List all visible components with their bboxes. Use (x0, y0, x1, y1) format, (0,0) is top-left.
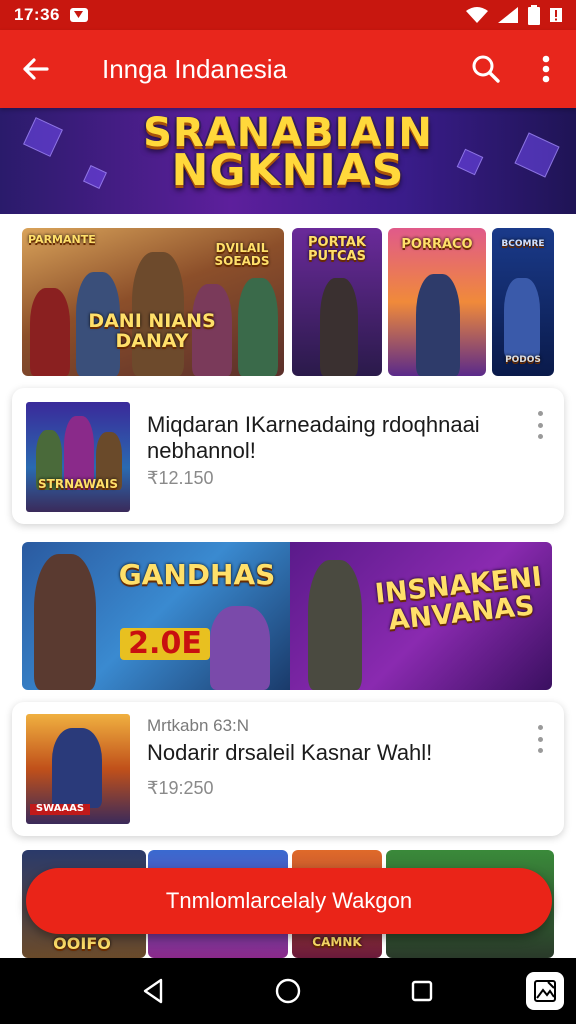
search-button[interactable] (456, 30, 516, 108)
character-figure (210, 606, 270, 690)
signal-icon (498, 7, 518, 23)
more-vert-icon (542, 55, 550, 83)
promo-banner-right[interactable]: INSNAKENI ANVANAS (290, 542, 552, 690)
promo-banner-left[interactable]: GANDHAS 2.0E (22, 542, 290, 690)
tile-label: PORRACO (401, 237, 473, 252)
card-title: Miqdaran IKarneadaing rdoqhnaai nebhanno… (147, 412, 480, 463)
alert-icon (550, 8, 562, 22)
square-recents-icon (411, 980, 433, 1002)
tile-label: BCOMRE (501, 239, 545, 249)
image-edit-icon (534, 980, 556, 1002)
nav-extra-button[interactable] (526, 972, 564, 1010)
character-figure (34, 554, 96, 690)
tile-badge: PODOS (505, 355, 541, 365)
card-price: ₹19:250 (147, 778, 214, 798)
status-time: 17:36 (14, 5, 60, 24)
list-item-card[interactable]: SWAAAS Mrtkabn 63:N Nodarir drsaleil Kas… (12, 702, 564, 836)
promo-left-label: GANDHAS (118, 558, 276, 591)
hero-banner[interactable]: SRANABIAIN NGKNIAS (0, 108, 576, 214)
character-figure (52, 728, 102, 808)
card-more-button[interactable] (532, 722, 548, 756)
carousel-tile-main[interactable]: PARMANTE DVILAIL SOEADS DANI NIANS DANAY (22, 228, 284, 376)
nav-recents-button[interactable] (407, 976, 437, 1006)
more-options-button[interactable] (516, 30, 576, 108)
card-subtitle: Mrtkabn 63:N (147, 716, 250, 735)
notification-icon (69, 8, 88, 22)
character-figure (308, 560, 362, 690)
arrow-left-icon (23, 58, 49, 80)
tile-top-label-2: DVILAIL SOEADS (214, 241, 270, 268)
hero-title-line2: NGKNIAS (171, 145, 405, 196)
card-thumbnail: SWAAAS (26, 714, 130, 824)
carousel-tile[interactable]: PORRACO (388, 228, 486, 376)
status-icons (466, 5, 562, 25)
nav-home-button[interactable] (273, 976, 303, 1006)
thumb-label: STRNAWAIS (38, 477, 118, 491)
character-figure (238, 278, 278, 376)
card-title: Nodarir drsaleil Kasnar Wahl! (147, 740, 433, 765)
status-bar: 17:36 (0, 0, 576, 30)
search-icon (472, 55, 500, 83)
tile-top-label: PARMANTE (28, 233, 96, 246)
character-figure (320, 278, 358, 376)
character-figure (504, 278, 540, 358)
card-thumbnail: STRNAWAIS (26, 402, 130, 512)
character-figure (416, 274, 460, 376)
card-more-button[interactable] (532, 408, 548, 442)
bottom-tile-label: OOIFO (53, 934, 111, 953)
back-button[interactable] (0, 30, 70, 108)
character-figure (30, 288, 70, 376)
system-nav-bar (0, 958, 576, 1024)
promo-right-label: INSNAKENI ANVANAS (373, 561, 544, 637)
nav-back-button[interactable] (138, 976, 168, 1006)
promo-left-number: 2.0E (120, 628, 210, 660)
battery-icon (528, 5, 540, 25)
wifi-icon (466, 7, 488, 23)
card-price: ₹12.150 (147, 468, 214, 488)
circle-home-icon (275, 978, 301, 1004)
app-bar: Innga Indanesia (0, 30, 576, 108)
bottom-tile-label: CAMNK (312, 935, 362, 949)
tile-label: PORTAK PUTCAS (308, 235, 366, 264)
tile-main-label: DANI NIANS DANAY (88, 310, 216, 352)
hero-title: SRANABIAIN NGKNIAS (0, 113, 576, 196)
triangle-back-icon (143, 978, 163, 1004)
carousel-tile[interactable]: BCOMRE PODOS (492, 228, 554, 376)
thumb-label: SWAAAS (30, 803, 90, 815)
list-item-card[interactable]: STRNAWAIS Miqdaran IKarneadaing rdoqhnaa… (12, 388, 564, 524)
carousel-tile[interactable]: PORTAK PUTCAS (292, 228, 382, 376)
primary-cta-button[interactable]: Tnmlomlarcelaly Wakgon (26, 868, 552, 934)
page-title: Innga Indanesia (102, 53, 288, 84)
